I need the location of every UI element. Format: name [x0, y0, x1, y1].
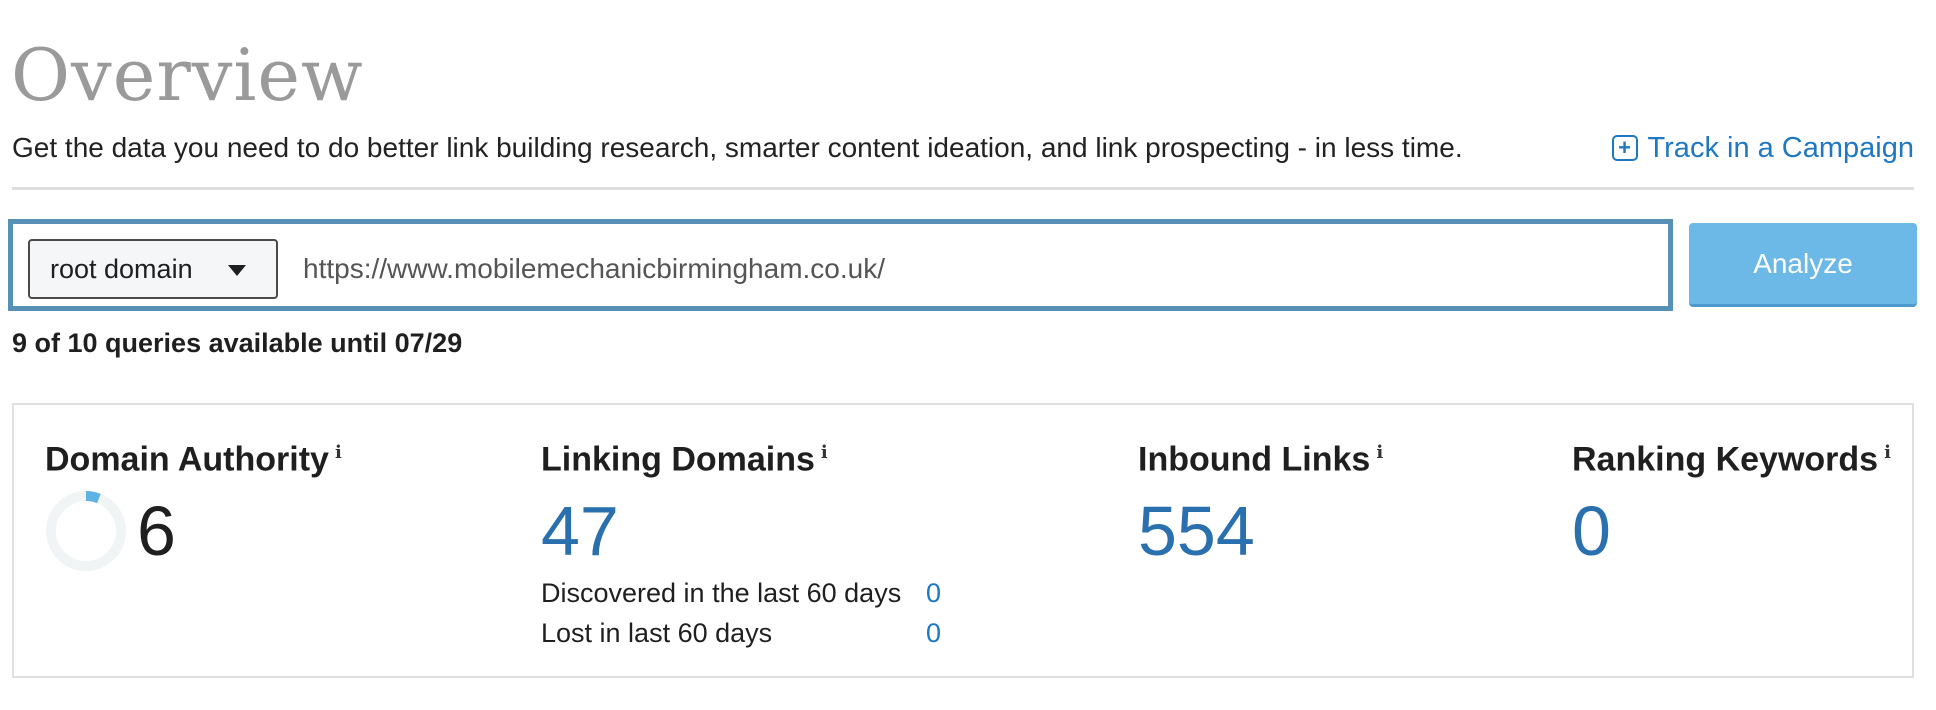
metric-ranking-keywords: Ranking Keywords i 0 — [1572, 431, 1891, 573]
scope-select[interactable]: root domain — [28, 239, 278, 299]
discovered-row: Discovered in the last 60 days 0 — [541, 573, 941, 613]
lost-label: Lost in last 60 days — [541, 618, 773, 649]
metric-domain-authority: Domain Authority i 6 — [45, 431, 342, 573]
page-title: Overview — [11, 33, 364, 117]
discovered-label: Discovered in the last 60 days — [541, 578, 902, 609]
caret-down-icon — [228, 265, 246, 276]
header-divider — [12, 187, 1914, 190]
metric-label: Inbound Links — [1138, 440, 1371, 479]
gauge-track — [46, 491, 126, 572]
discovered-value[interactable]: 0 — [926, 573, 941, 613]
ranking-keywords-value[interactable]: 0 — [1572, 489, 1891, 573]
info-icon[interactable]: i — [335, 442, 342, 463]
metric-label: Domain Authority — [45, 440, 329, 479]
track-in-campaign-label: Track in a Campaign — [1647, 132, 1914, 164]
page-description: Get the data you need to do better link … — [12, 132, 1463, 163]
linking-domains-value[interactable]: 47 — [541, 489, 941, 573]
queries-remaining: 9 of 10 queries available until 07/29 — [12, 328, 463, 358]
metric-linking-domains: Linking Domains i 47 Discovered in the la… — [541, 431, 941, 653]
info-icon[interactable]: i — [1376, 442, 1383, 463]
lost-value[interactable]: 0 — [926, 613, 941, 653]
inbound-links-value[interactable]: 554 — [1138, 489, 1383, 573]
track-in-campaign-link[interactable]: + Track in a Campaign — [1611, 130, 1914, 166]
plus-square-icon: + — [1611, 135, 1638, 161]
analyze-button[interactable]: Analyze — [1689, 223, 1917, 307]
metric-inbound-links: Inbound Links i 554 — [1138, 431, 1383, 573]
domain-authority-gauge — [46, 491, 126, 572]
info-icon[interactable]: i — [821, 442, 828, 463]
scope-select-value: root domain — [50, 253, 193, 284]
search-bar: root domain — [8, 219, 1673, 311]
metric-label: Ranking Keywords — [1572, 440, 1879, 479]
lost-row: Lost in last 60 days 0 — [541, 613, 941, 653]
metrics-card: Domain Authority i 6 Linking Domains i 47 … — [12, 403, 1914, 678]
domain-authority-value: 6 — [137, 492, 176, 571]
metric-label: Linking Domains — [541, 440, 815, 479]
info-icon[interactable]: i — [1884, 442, 1891, 463]
url-input[interactable] — [293, 239, 1653, 299]
